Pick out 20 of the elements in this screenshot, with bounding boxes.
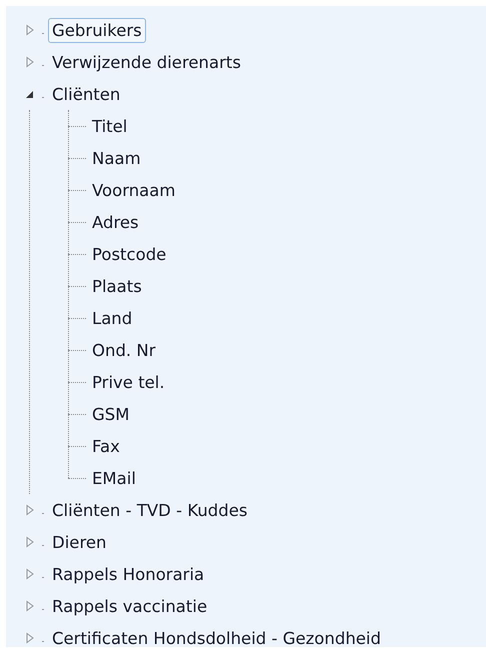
tree-item[interactable]: Naam: [88, 146, 145, 170]
tree-item[interactable]: Voornaam: [88, 178, 180, 202]
tree-item[interactable]: GSM: [88, 402, 134, 426]
tree-item[interactable]: Cliënten: [48, 82, 124, 106]
tree-item[interactable]: Land: [88, 306, 136, 330]
tree-item[interactable]: Rappels vaccinatie: [48, 594, 212, 618]
tree-item[interactable]: Ond. Nr: [88, 338, 160, 362]
tree-item[interactable]: Prive tel.: [88, 370, 169, 394]
tree-item[interactable]: Adres: [88, 210, 143, 234]
tree-item[interactable]: Cliënten - TVD - Kuddes: [48, 498, 252, 522]
tree-item[interactable]: EMail: [88, 466, 140, 490]
tree-item[interactable]: Rappels Honoraria: [48, 562, 208, 586]
tree-item[interactable]: Verwijzende dierenarts: [48, 50, 245, 74]
tree-item[interactable]: Postcode: [88, 242, 170, 266]
tree-item[interactable]: Plaats: [88, 274, 146, 298]
tree-item[interactable]: Titel: [88, 114, 132, 138]
tree-item[interactable]: Certificaten Hondsdolheid - Gezondheid: [48, 626, 385, 647]
tree-item[interactable]: Dieren: [48, 530, 110, 554]
tree-item[interactable]: Gebruikers: [48, 18, 146, 42]
tree-item[interactable]: Fax: [88, 434, 124, 458]
